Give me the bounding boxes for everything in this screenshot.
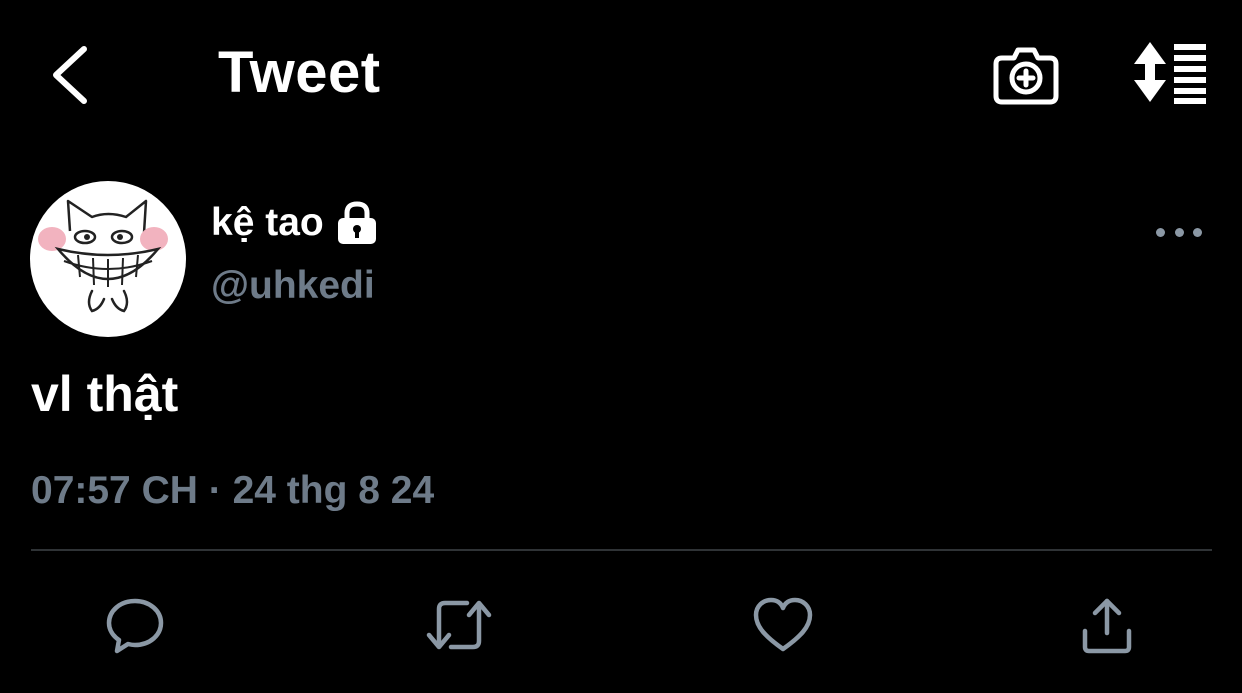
tweet-text: vl thật bbox=[31, 366, 179, 422]
more-dot-icon bbox=[1193, 227, 1202, 237]
chevron-left-icon bbox=[53, 46, 87, 104]
page-title: Tweet bbox=[218, 40, 381, 105]
lock-icon bbox=[336, 201, 378, 245]
top-bar: Tweet bbox=[0, 0, 1242, 150]
heart-icon bbox=[753, 597, 813, 652]
sort-button[interactable] bbox=[1128, 40, 1210, 106]
cat-avatar-image bbox=[38, 199, 168, 313]
avatar[interactable] bbox=[30, 181, 186, 337]
author-handle[interactable]: @uhkedi bbox=[211, 264, 375, 308]
like-button[interactable] bbox=[748, 590, 818, 660]
sort-list-icon bbox=[1134, 42, 1206, 104]
share-icon bbox=[1082, 598, 1132, 654]
divider bbox=[31, 549, 1212, 551]
camera-button[interactable] bbox=[992, 40, 1060, 106]
author-display-name[interactable]: kệ tao bbox=[211, 201, 324, 245]
reply-icon bbox=[106, 598, 164, 654]
more-dot-icon bbox=[1156, 227, 1165, 237]
back-button[interactable] bbox=[38, 40, 98, 110]
camera-add-icon bbox=[993, 47, 1059, 105]
more-dot-icon bbox=[1174, 227, 1184, 237]
author-name-row[interactable]: kệ tao bbox=[211, 196, 378, 250]
reply-button[interactable] bbox=[100, 590, 170, 660]
more-options-button[interactable] bbox=[1156, 216, 1202, 248]
retweet-button[interactable] bbox=[424, 590, 494, 660]
share-button[interactable] bbox=[1072, 590, 1142, 660]
tweet-action-bar bbox=[0, 590, 1242, 660]
tweet-timestamp: 07:57 CH · 24 thg 8 24 bbox=[31, 469, 435, 512]
retweet-icon bbox=[426, 600, 492, 650]
